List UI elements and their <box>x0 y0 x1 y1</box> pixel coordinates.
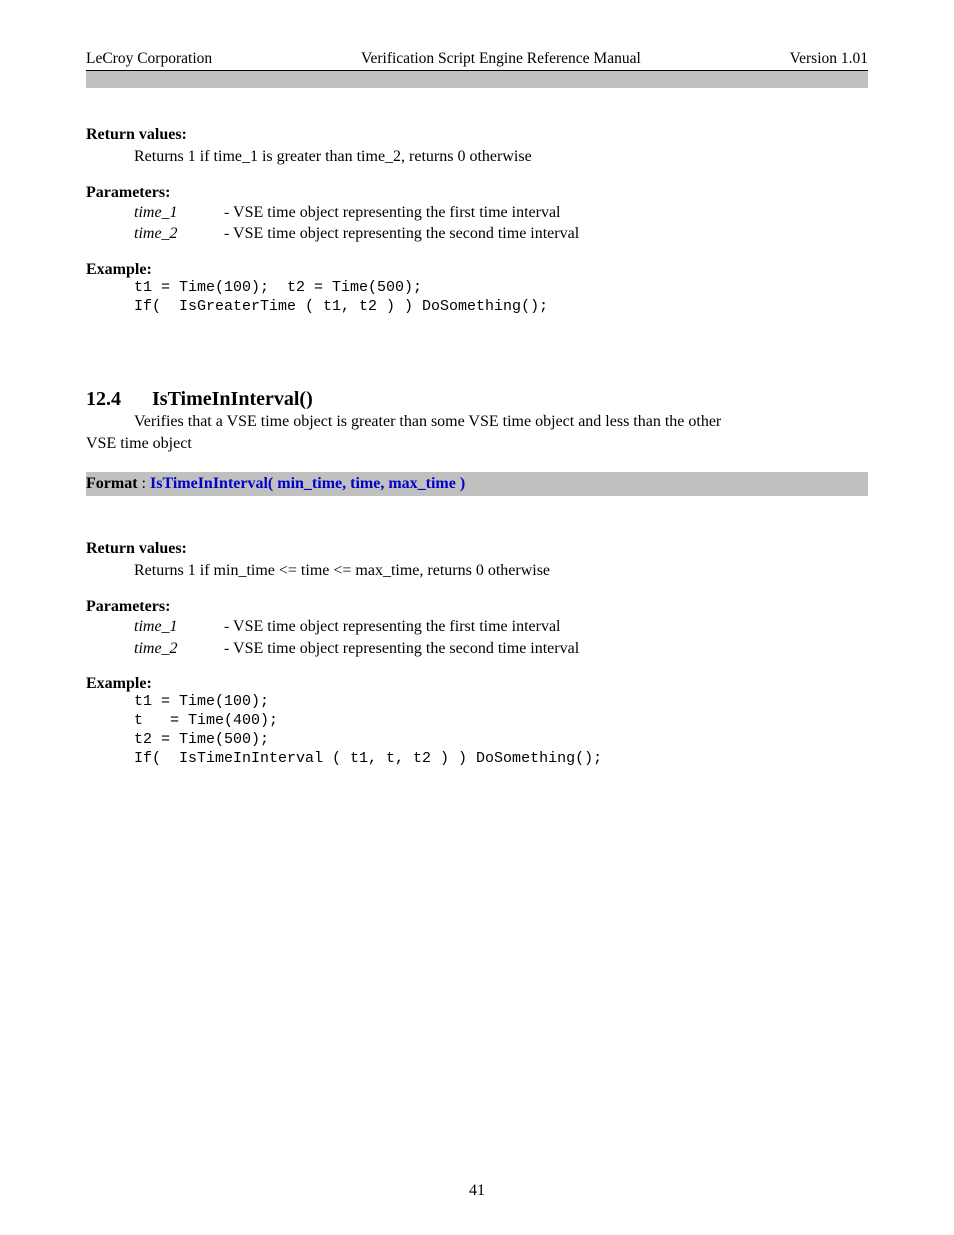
parameters-heading: Parameters: <box>86 598 868 616</box>
header-right: Version 1.01 <box>790 50 868 68</box>
param-name: time_2 <box>134 638 224 660</box>
section-number: 12.4 <box>86 388 152 411</box>
header-center: Verification Script Engine Reference Man… <box>361 50 641 68</box>
code-block: t1 = Time(100); t = Time(400); t2 = Time… <box>134 693 868 768</box>
param-desc: - VSE time object representing the secon… <box>224 223 868 245</box>
return-values-heading: Return values: <box>86 540 868 558</box>
param-name: time_2 <box>134 223 224 245</box>
return-values-text: Returns 1 if time_1 is greater than time… <box>134 146 868 168</box>
section-title: IsTimeInInterval() <box>152 388 313 411</box>
return-values-heading: Return values: <box>86 126 868 144</box>
section-description: Verifies that a VSE time object is great… <box>86 411 868 433</box>
section-heading-12-4: 12.4 IsTimeInInterval() <box>86 388 868 411</box>
param-desc: - VSE time object representing the first… <box>224 202 868 224</box>
example-heading: Example: <box>86 675 868 693</box>
format-label: Format <box>86 475 138 492</box>
header-left: LeCroy Corporation <box>86 50 212 68</box>
param-desc: - VSE time object representing the secon… <box>224 638 868 660</box>
return-values-text: Returns 1 if min_time <= time <= max_tim… <box>134 560 868 582</box>
page-header: LeCroy Corporation Verification Script E… <box>86 50 868 71</box>
param-row: time_1 - VSE time object representing th… <box>134 202 868 224</box>
desc-line1: Verifies that a VSE time object is great… <box>134 413 721 430</box>
param-row: time_2 - VSE time object representing th… <box>134 638 868 660</box>
document-page: LeCroy Corporation Verification Script E… <box>0 0 954 1235</box>
format-signature: IsTimeInInterval( min_time, time, max_ti… <box>150 475 465 492</box>
param-desc: - VSE time object representing the first… <box>224 616 868 638</box>
parameters-heading: Parameters: <box>86 184 868 202</box>
format-bar: Format : IsTimeInInterval( min_time, tim… <box>86 472 868 496</box>
format-colon: : <box>138 475 150 492</box>
param-name: time_1 <box>134 616 224 638</box>
param-name: time_1 <box>134 202 224 224</box>
page-number: 41 <box>0 1182 954 1200</box>
param-row: time_2 - VSE time object representing th… <box>134 223 868 245</box>
param-row: time_1 - VSE time object representing th… <box>134 616 868 638</box>
header-separator-bar <box>86 71 868 88</box>
desc-line2: VSE time object <box>86 433 868 455</box>
code-block: t1 = Time(100); t2 = Time(500); If( IsGr… <box>134 279 868 317</box>
example-heading: Example: <box>86 261 868 279</box>
